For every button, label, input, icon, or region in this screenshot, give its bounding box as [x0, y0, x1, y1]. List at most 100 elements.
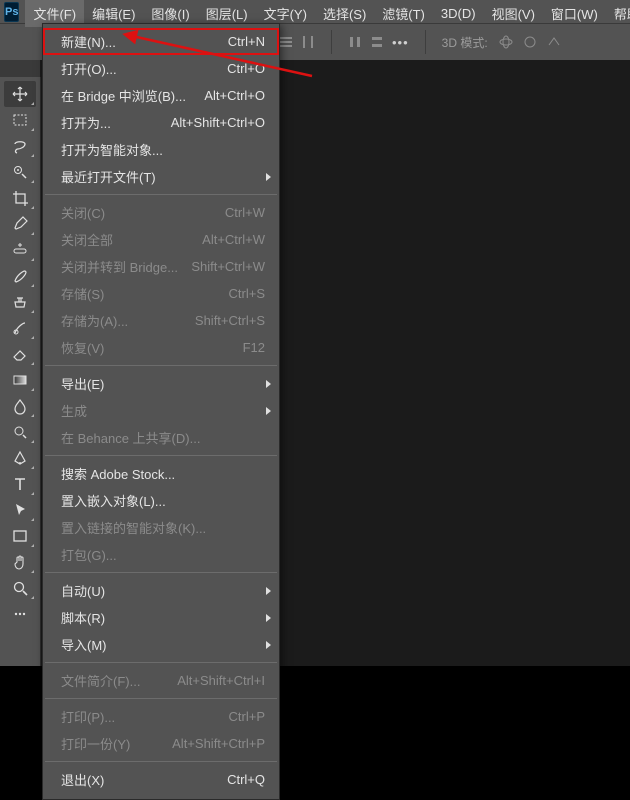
menubar: Ps 文件(F)编辑(E)图像(I)图层(L)文字(Y)选择(S)滤镜(T)3D… [0, 0, 630, 23]
menu-item-label: 在 Bridge 中浏览(B)... [61, 86, 186, 105]
hand-tool[interactable] [4, 549, 36, 575]
menu-item[interactable]: 打开(O)... Ctrl+O [43, 55, 279, 82]
menu-item: 打印一份(Y) Alt+Shift+Ctrl+P [43, 730, 279, 757]
submenu-arrow-icon [266, 641, 271, 649]
menu-item-shortcut: Ctrl+N [228, 34, 265, 49]
menu-item[interactable]: 退出(X)Ctrl+Q [43, 766, 279, 793]
menu-item[interactable]: 自动(U) [43, 577, 279, 604]
pen-tool[interactable] [4, 445, 36, 471]
menu-item-label: 打开为... [61, 113, 111, 132]
menu-item[interactable]: 打开为... Alt+Shift+Ctrl+O [43, 109, 279, 136]
menu-separator [45, 761, 277, 762]
menu-item-label: 打开为智能对象... [61, 140, 163, 159]
menu-separator [45, 455, 277, 456]
menu-separator [45, 572, 277, 573]
menu-item[interactable]: 脚本(R) [43, 604, 279, 631]
menu-item-shortcut: Alt+Ctrl+W [202, 232, 265, 247]
app-badge: Ps [4, 2, 19, 22]
menu-选择[interactable]: 选择(S) [315, 0, 374, 27]
menu-item[interactable]: 新建(N)... Ctrl+N [43, 28, 279, 55]
menu-item[interactable]: 在 Bridge 中浏览(B)...Alt+Ctrl+O [43, 82, 279, 109]
menu-item: 关闭全部 Alt+Ctrl+W [43, 226, 279, 253]
menu-item-label: 文件简介(F)... [61, 671, 140, 690]
blur-tool[interactable] [4, 393, 36, 419]
mode-3d-controls[interactable] [498, 35, 562, 49]
menu-item-shortcut: Ctrl+W [225, 205, 265, 220]
menu-视图[interactable]: 视图(V) [484, 0, 543, 27]
move-tool[interactable] [4, 81, 36, 107]
dodge-tool[interactable] [4, 419, 36, 445]
menu-item[interactable]: 最近打开文件(T) [43, 163, 279, 190]
mode-label: 3D 模式: [442, 34, 488, 51]
menu-item[interactable]: 打开为智能对象... [43, 136, 279, 163]
menu-item: 生成 [43, 397, 279, 424]
brush-tool[interactable] [4, 263, 36, 289]
menu-帮助[interactable]: 帮助(H) [606, 0, 630, 27]
collapsed-panel-tab[interactable] [0, 59, 40, 77]
eyedropper-tool[interactable] [4, 211, 36, 237]
menu-item-label: 新建(N)... [61, 32, 116, 51]
spot-healing-brush-tool[interactable] [4, 237, 36, 263]
menu-item-label: 自动(U) [61, 581, 105, 600]
quick-selection-tool[interactable] [4, 159, 36, 185]
menu-item-label: 关闭(C) [61, 203, 105, 222]
lasso-tool[interactable] [4, 133, 36, 159]
rectangle-tool[interactable] [4, 523, 36, 549]
menu-3d[interactable]: 3D(D) [433, 0, 484, 27]
menu-item-shortcut: Ctrl+O [227, 61, 265, 76]
menu-item-shortcut: Ctrl+S [229, 286, 265, 301]
menu-item: 打包(G)... [43, 541, 279, 568]
horizontal-type-tool[interactable] [4, 471, 36, 497]
menu-item[interactable]: 导出(E) [43, 370, 279, 397]
clone-stamp-tool[interactable] [4, 289, 36, 315]
crop-tool[interactable] [4, 185, 36, 211]
menu-item-label: 导出(E) [61, 374, 104, 393]
menu-item-label: 置入嵌入对象(L)... [61, 491, 166, 510]
path-selection-tool[interactable] [4, 497, 36, 523]
menu-item-label: 关闭全部 [61, 230, 113, 249]
menu-item[interactable]: 置入嵌入对象(L)... [43, 487, 279, 514]
menu-item-shortcut: Shift+Ctrl+W [191, 259, 265, 274]
menu-item[interactable]: 搜索 Adobe Stock... [43, 460, 279, 487]
menu-item-label: 存储为(A)... [61, 311, 128, 330]
eraser-tool[interactable] [4, 341, 36, 367]
menu-item-label: 打印一份(Y) [61, 734, 130, 753]
rectangular-marquee-tool[interactable] [4, 107, 36, 133]
menu-separator [45, 365, 277, 366]
menu-item-shortcut: Alt+Shift+Ctrl+O [171, 115, 265, 130]
menu-item-shortcut: Ctrl+P [229, 709, 265, 724]
menu-item-label: 置入链接的智能对象(K)... [61, 518, 206, 537]
menu-item: 恢复(V)F12 [43, 334, 279, 361]
menu-item-label: 脚本(R) [61, 608, 105, 627]
more-tools[interactable] [4, 601, 36, 627]
menu-item-label: 打开(O)... [61, 59, 117, 78]
menu-item-label: 打包(G)... [61, 545, 117, 564]
menu-item-shortcut: F12 [243, 340, 265, 355]
menu-滤镜[interactable]: 滤镜(T) [374, 0, 433, 27]
zoom-tool[interactable] [4, 575, 36, 601]
menu-item-shortcut: Alt+Shift+Ctrl+P [172, 736, 265, 751]
menu-窗口[interactable]: 窗口(W) [543, 0, 606, 27]
menu-item: 置入链接的智能对象(K)... [43, 514, 279, 541]
menu-separator [45, 698, 277, 699]
toolbox [0, 77, 41, 666]
menu-item-label: 退出(X) [61, 770, 104, 789]
menu-item: 存储为(A)... Shift+Ctrl+S [43, 307, 279, 334]
menu-item[interactable]: 导入(M) [43, 631, 279, 658]
menu-item-label: 导入(M) [61, 635, 107, 654]
menu-item-label: 打印(P)... [61, 707, 115, 726]
menu-item: 存储(S)Ctrl+S [43, 280, 279, 307]
gradient-tool[interactable] [4, 367, 36, 393]
distribute-spacing-controls[interactable]: ••• [348, 35, 409, 50]
menu-item: 在 Behance 上共享(D)... [43, 424, 279, 451]
submenu-arrow-icon [266, 173, 271, 181]
menu-item-shortcut: Shift+Ctrl+S [195, 313, 265, 328]
menu-item-label: 关闭并转到 Bridge... [61, 257, 178, 276]
menu-separator [45, 662, 277, 663]
submenu-arrow-icon [266, 380, 271, 388]
more-icon[interactable]: ••• [392, 35, 409, 50]
file-menu-dropdown: 新建(N)... Ctrl+N 打开(O)... Ctrl+O 在 Bridge 中浏览… [42, 23, 280, 800]
submenu-arrow-icon [266, 407, 271, 415]
submenu-arrow-icon [266, 587, 271, 595]
history-brush-tool[interactable] [4, 315, 36, 341]
